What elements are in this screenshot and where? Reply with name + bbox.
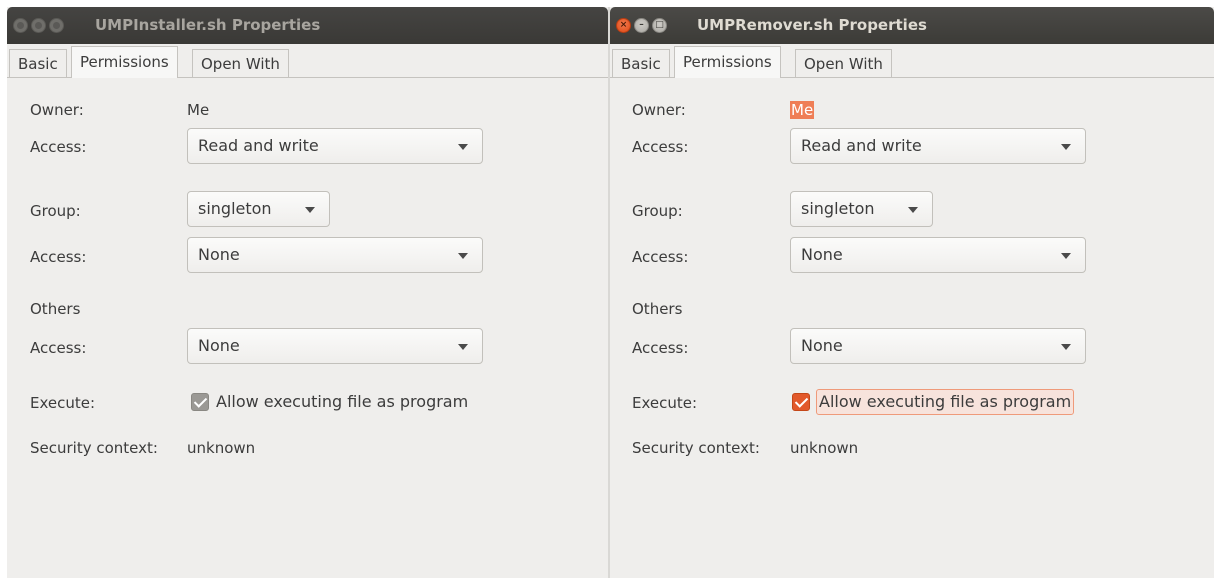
tab-bar: Basic Permissions Open With [610, 44, 1214, 78]
checkmark-icon [193, 394, 208, 408]
others-access-value: None [198, 336, 240, 355]
owner-value: Me [790, 101, 815, 119]
chevron-down-icon [1061, 253, 1071, 259]
properties-window-umpremover: × – □ UMPRemover.sh Properties Basic Per… [610, 7, 1214, 578]
close-window-button[interactable]: × [616, 18, 631, 33]
maximize-window-button[interactable]: □ [652, 18, 667, 33]
group-select[interactable]: singleton [790, 191, 933, 227]
owner-access-value: Read and write [801, 136, 922, 155]
others-label: Others [632, 300, 683, 318]
group-label: Group: [632, 202, 683, 220]
owner-access-select[interactable]: Read and write [187, 128, 483, 164]
execute-label: Execute: [30, 394, 96, 412]
owner-value-selected[interactable]: Me [790, 100, 815, 120]
owner-label: Owner: [30, 101, 84, 119]
chevron-down-icon [458, 253, 468, 259]
checkmark-icon [794, 394, 809, 408]
others-access-label: Access: [632, 339, 689, 357]
maximize-icon [50, 19, 63, 32]
group-access-label: Access: [632, 248, 689, 266]
minimize-icon: – [639, 20, 644, 30]
maximize-window-button[interactable] [49, 18, 64, 33]
execute-checkbox[interactable] [191, 393, 209, 411]
window-titlebar[interactable]: × – □ UMPRemover.sh Properties [610, 7, 1214, 44]
tab-open-with[interactable]: Open With [795, 49, 892, 78]
chevron-down-icon [1061, 144, 1071, 150]
window-titlebar[interactable]: UMPInstaller.sh Properties [7, 7, 608, 44]
minimize-window-button[interactable]: – [634, 18, 649, 33]
group-value: singleton [801, 199, 875, 218]
tab-permissions[interactable]: Permissions [674, 46, 781, 78]
others-access-label: Access: [30, 339, 87, 357]
owner-label: Owner: [632, 101, 686, 119]
group-value: singleton [198, 199, 272, 218]
others-access-select[interactable]: None [790, 328, 1086, 364]
execute-label: Execute: [632, 394, 698, 412]
owner-access-label: Access: [632, 138, 689, 156]
security-context-label: Security context: [30, 439, 158, 457]
execute-checkbox-label[interactable]: Allow executing file as program [816, 389, 1075, 415]
group-label: Group: [30, 202, 81, 220]
tab-basic[interactable]: Basic [612, 49, 670, 78]
others-access-select[interactable]: None [187, 328, 483, 364]
tab-permissions[interactable]: Permissions [71, 46, 178, 78]
security-context-value: unknown [790, 439, 859, 457]
minimize-icon [32, 19, 45, 32]
chevron-down-icon [908, 207, 918, 213]
window-title: UMPInstaller.sh Properties [95, 16, 321, 34]
security-context-value: unknown [187, 439, 256, 457]
close-icon [14, 19, 27, 32]
group-access-select[interactable]: None [790, 237, 1086, 273]
others-label: Others [30, 300, 81, 318]
group-select[interactable]: singleton [187, 191, 330, 227]
owner-access-label: Access: [30, 138, 87, 156]
minimize-window-button[interactable] [31, 18, 46, 33]
tab-bar: Basic Permissions Open With [7, 44, 608, 78]
tab-basic[interactable]: Basic [9, 49, 67, 78]
others-access-value: None [801, 336, 843, 355]
tab-open-with[interactable]: Open With [192, 49, 289, 78]
maximize-icon: □ [655, 20, 664, 30]
properties-window-umpinstaller: UMPInstaller.sh Properties Basic Permiss… [7, 7, 608, 578]
close-icon: × [619, 20, 628, 30]
chevron-down-icon [305, 207, 315, 213]
security-context-label: Security context: [632, 439, 760, 457]
execute-checkbox-label[interactable]: Allow executing file as program [214, 390, 470, 414]
window-title: UMPRemover.sh Properties [697, 16, 927, 34]
group-access-value: None [801, 245, 843, 264]
group-access-value: None [198, 245, 240, 264]
close-window-button[interactable] [13, 18, 28, 33]
group-access-label: Access: [30, 248, 87, 266]
execute-checkbox[interactable] [792, 393, 810, 411]
group-access-select[interactable]: None [187, 237, 483, 273]
owner-value: Me [187, 101, 210, 119]
chevron-down-icon [458, 144, 468, 150]
chevron-down-icon [1061, 344, 1071, 350]
owner-access-value: Read and write [198, 136, 319, 155]
owner-access-select[interactable]: Read and write [790, 128, 1086, 164]
chevron-down-icon [458, 344, 468, 350]
